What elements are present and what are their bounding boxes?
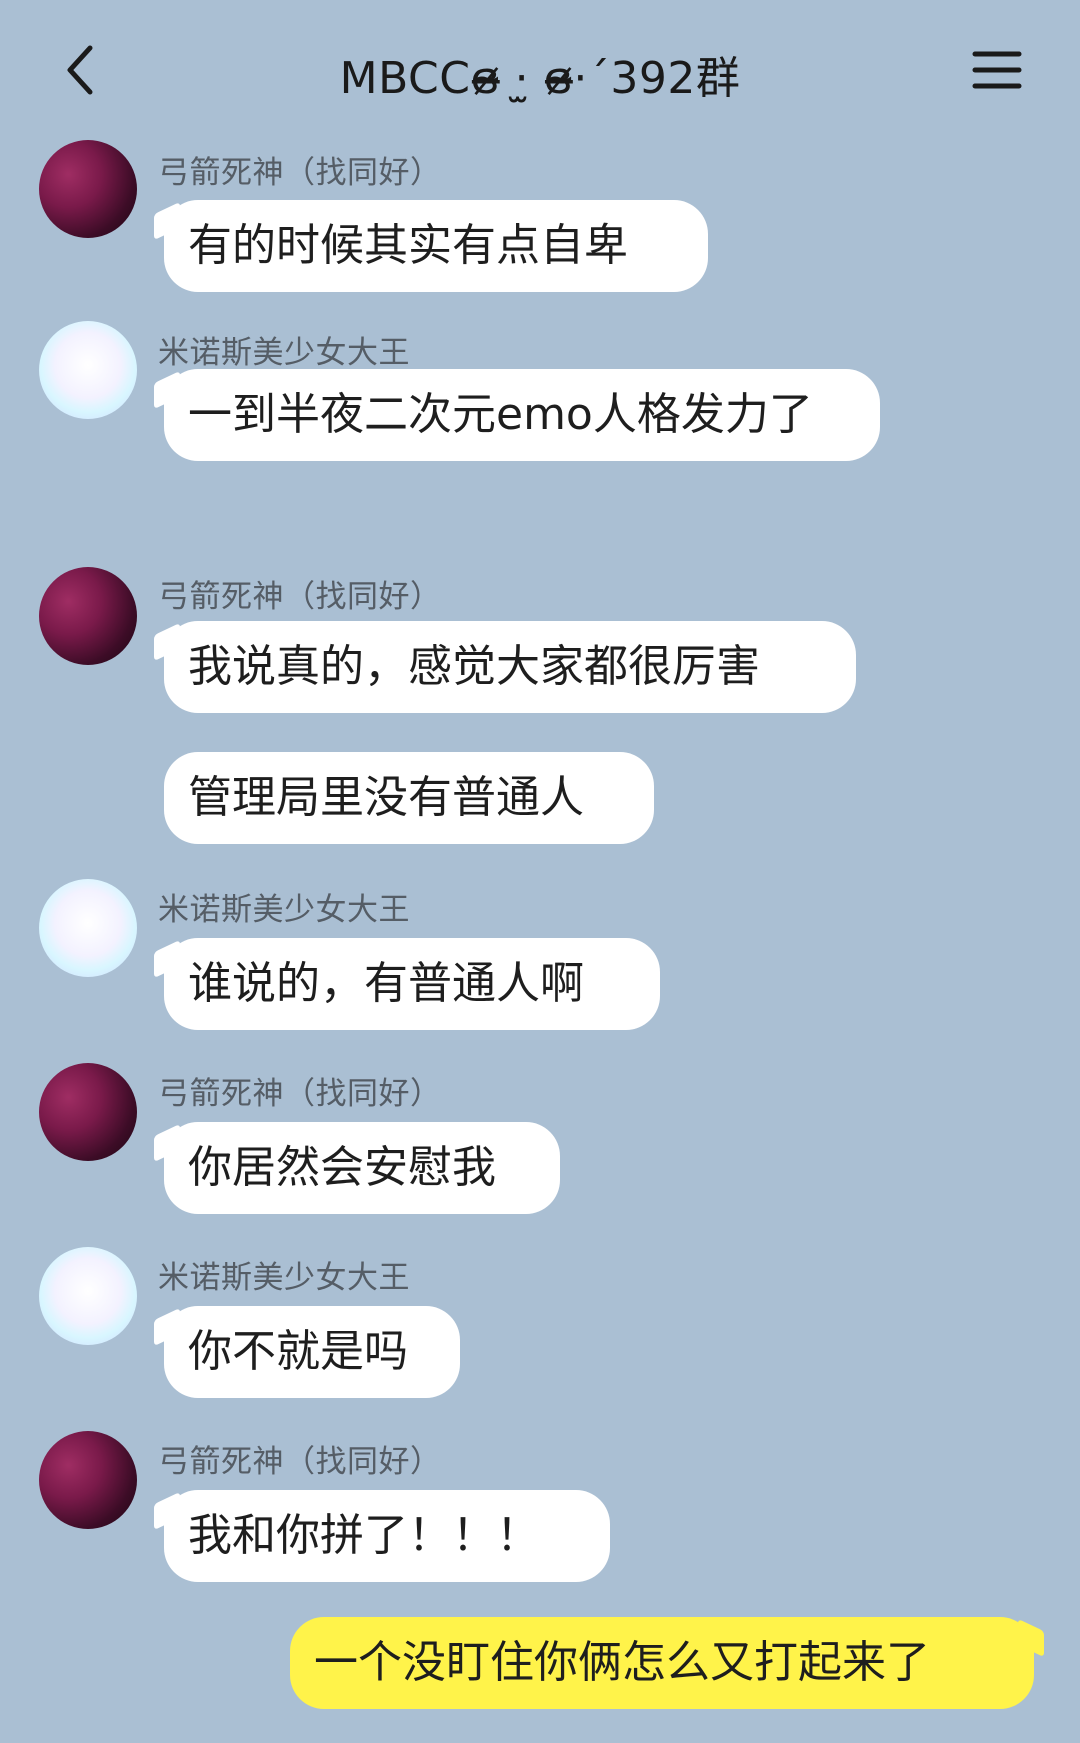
- sender-name: 弓箭死神（找同好）: [158, 155, 442, 191]
- hamburger-menu-icon: [972, 51, 1022, 89]
- message-bubble[interactable]: 一到半夜二次元emo人格发力了: [164, 369, 880, 461]
- sender-name: 弓箭死神（找同好）: [158, 1444, 442, 1480]
- sender-name: 米诺斯美少女大王: [158, 1260, 410, 1296]
- avatar-sender-a[interactable]: [39, 567, 137, 665]
- sender-name: 弓箭死神（找同好）: [158, 579, 442, 615]
- sender-name: 弓箭死神（找同好）: [158, 1076, 442, 1112]
- avatar-sender-b[interactable]: [39, 879, 137, 977]
- avatar-sender-a[interactable]: [39, 1063, 137, 1161]
- sender-name: 米诺斯美少女大王: [158, 892, 410, 928]
- avatar-sender-b[interactable]: [39, 1247, 137, 1345]
- message-bubble[interactable]: 谁说的，有普通人啊: [164, 938, 660, 1030]
- top-bar: MBCCɞ̴̶̷ ·̫ ɞ̴̶̷·´392群: [0, 0, 1080, 140]
- message-bubble[interactable]: 我说真的，感觉大家都很厉害: [164, 621, 856, 713]
- avatar-sender-b[interactable]: [39, 321, 137, 419]
- avatar-sender-a[interactable]: [39, 140, 137, 238]
- menu-button[interactable]: [962, 40, 1032, 100]
- message-bubble[interactable]: 管理局里没有普通人: [164, 752, 654, 844]
- message-bubble[interactable]: 有的时候其实有点自卑: [164, 200, 708, 292]
- sender-name: 米诺斯美少女大王: [158, 335, 410, 371]
- my-message-bubble[interactable]: 一个没盯住你俩怎么又打起来了: [290, 1617, 1034, 1709]
- chat-title: MBCCɞ̴̶̷ ·̫ ɞ̴̶̷·´392群: [339, 53, 741, 104]
- message-bubble[interactable]: 你不就是吗: [164, 1306, 460, 1398]
- message-bubble[interactable]: 我和你拼了！！！: [164, 1490, 610, 1582]
- message-bubble[interactable]: 你居然会安慰我: [164, 1122, 560, 1214]
- avatar-sender-a[interactable]: [39, 1431, 137, 1529]
